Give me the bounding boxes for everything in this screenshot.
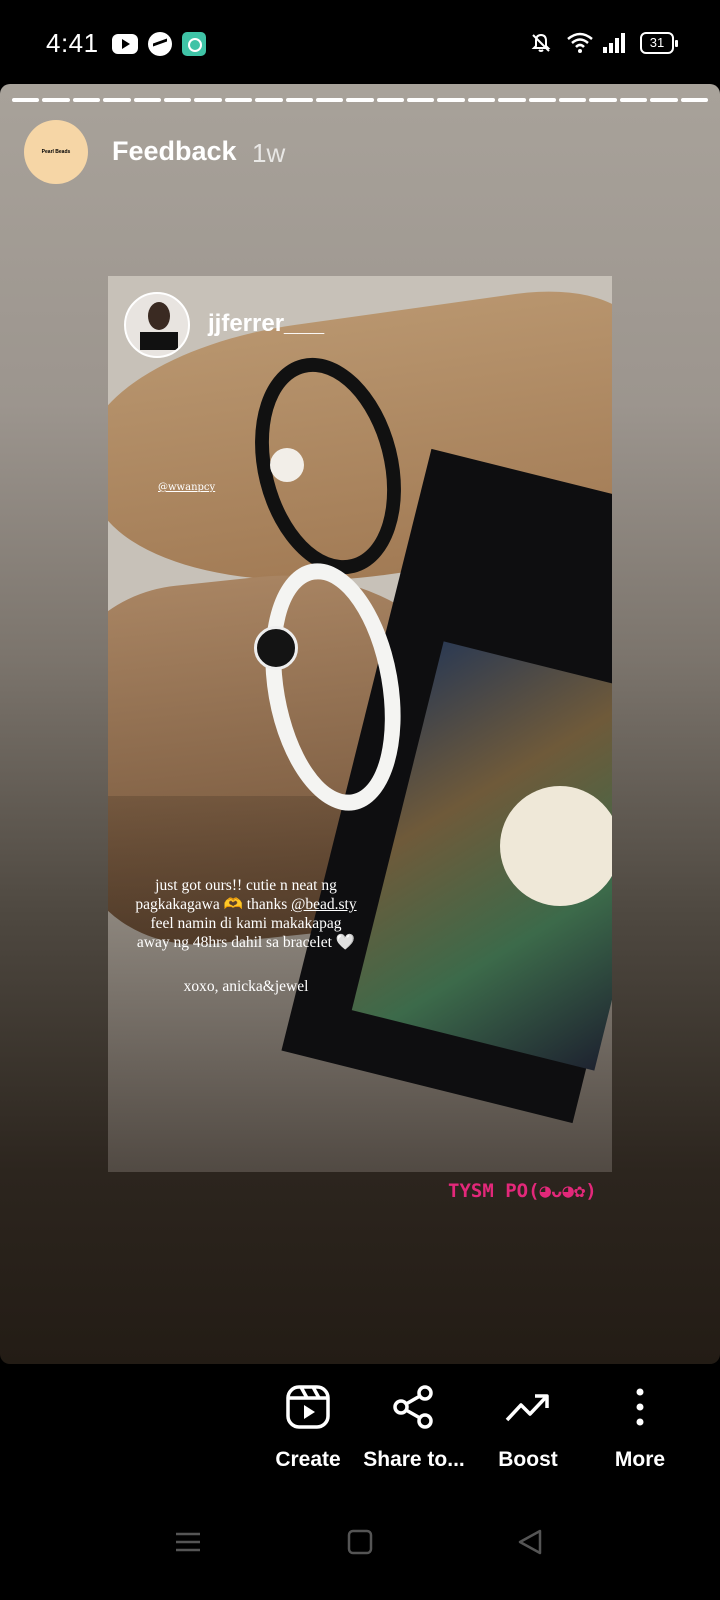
story-progress-bar — [12, 98, 708, 102]
menu-icon[interactable] — [174, 1528, 202, 1556]
progress-segment — [559, 98, 587, 102]
story-actions-bar: Create Share to... Boost More — [0, 1364, 720, 1500]
progress-segment — [498, 98, 526, 102]
progress-segment — [72, 98, 101, 102]
progress-segment — [163, 98, 192, 102]
progress-segment — [619, 98, 648, 102]
progress-segment — [407, 98, 435, 102]
progress-segment — [133, 98, 161, 102]
story-time-ago: 1w — [252, 138, 286, 168]
home-icon[interactable] — [346, 1528, 374, 1556]
photo-card-badge — [500, 786, 612, 906]
caption-line-2: pagkakagawa 🫶 thanks @bead.sty — [114, 895, 378, 914]
white-bead — [270, 448, 304, 482]
story-viewer[interactable]: Pearl Beads Feedback 1w jjferrer___ @wwa… — [0, 84, 720, 1364]
progress-segment — [528, 98, 557, 102]
back-icon[interactable] — [516, 1528, 544, 1556]
more-button[interactable]: More — [580, 1384, 700, 1472]
system-nav-bar — [0, 1500, 720, 1600]
app-icon — [182, 32, 206, 56]
status-time: 4:41 — [46, 28, 99, 58]
wifi-icon — [567, 32, 593, 53]
progress-segment — [42, 98, 70, 102]
progress-segment — [255, 98, 283, 102]
caption-mention[interactable]: @bead.sty — [291, 896, 357, 913]
progress-segment — [650, 98, 678, 102]
progress-segment — [437, 98, 465, 102]
caption-signoff: xoxo, anicka&jewel — [183, 978, 309, 995]
repost-caption: just got ours!! cutie n neat ng pagkakag… — [114, 876, 378, 952]
trending-icon — [505, 1394, 549, 1422]
progress-segment — [315, 98, 344, 102]
youtube-icon — [112, 34, 138, 54]
progress-segment — [12, 98, 40, 102]
progress-segment — [376, 98, 405, 102]
create-button[interactable]: Create — [248, 1384, 368, 1472]
progress-segment — [680, 98, 708, 102]
story-avatar[interactable]: Pearl Beads — [24, 120, 88, 184]
share-to-button[interactable]: Share to... — [354, 1384, 474, 1472]
caption-line-1: just got ours!! cutie n neat ng — [155, 877, 337, 894]
more-label: More — [614, 1448, 666, 1471]
progress-segment — [103, 98, 131, 102]
repost-tag[interactable]: @wwanpcy — [158, 482, 215, 493]
status-bar: 4:41 31 — [0, 0, 720, 84]
avatar-logo-text: Pearl Beads — [41, 149, 71, 155]
messenger-icon — [148, 32, 172, 56]
progress-segment — [467, 98, 496, 102]
boost-label: Boost — [498, 1448, 558, 1471]
progress-segment — [224, 98, 253, 102]
progress-segment — [346, 98, 374, 102]
mute-icon — [531, 33, 551, 52]
progress-segment — [285, 98, 313, 102]
signal-icon — [603, 33, 625, 53]
share-to-label: Share to... — [363, 1448, 465, 1471]
story-account-name[interactable]: Feedback — [112, 136, 237, 167]
progress-segment — [194, 98, 222, 102]
progress-segment — [589, 98, 617, 102]
create-label: Create — [275, 1448, 341, 1471]
repost-username[interactable]: jjferrer___ — [208, 310, 324, 338]
repost-avatar[interactable] — [124, 292, 190, 358]
caption-line-4: away ng 48hrs dahil sa bracelet 🤍 — [136, 934, 356, 951]
boost-button[interactable]: Boost — [468, 1384, 588, 1472]
reposted-photo: jjferrer___ @wwanpcy just got ours!! cut… — [108, 276, 612, 1172]
sticker-text: TYSM PO(◕ᴗ◕✿) — [448, 1180, 597, 1202]
caption-line-2-text: pagkakagawa 🫶 thanks — [135, 896, 292, 913]
battery-icon: 31 — [640, 32, 678, 54]
black-bead — [254, 626, 298, 670]
more-icon — [636, 1388, 644, 1426]
caption-line-3: feel namin di kami makakapag — [150, 915, 342, 932]
share-icon — [393, 1385, 433, 1429]
reels-icon — [286, 1385, 330, 1429]
